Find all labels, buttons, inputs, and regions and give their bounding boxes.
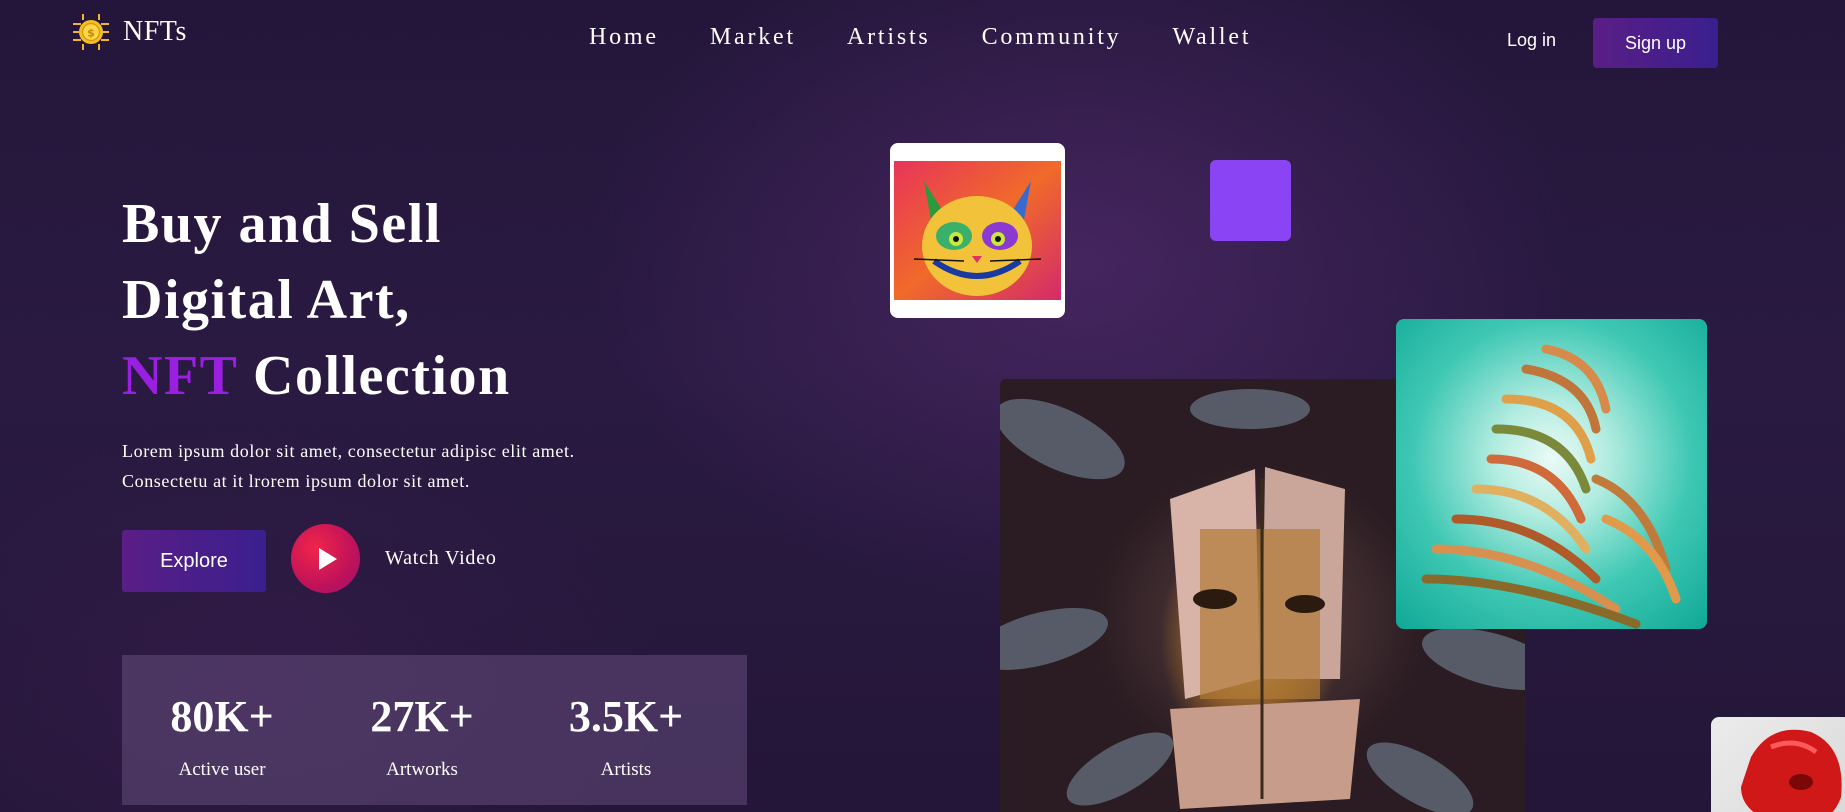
main-nav: Home Market Artists Community Wallet bbox=[589, 24, 1251, 51]
stat-artworks: 27K+ Artworks bbox=[362, 693, 482, 781]
explore-button[interactable]: Explore bbox=[122, 530, 266, 592]
cat-artwork-image bbox=[894, 161, 1061, 300]
stat-value: 27K+ bbox=[370, 692, 474, 741]
brand-name: NFTs bbox=[123, 16, 187, 47]
svg-text:$: $ bbox=[87, 27, 95, 40]
stat-active-users: 80K+ Active user bbox=[162, 693, 282, 781]
coin-chip-icon: $ bbox=[71, 12, 111, 52]
brand[interactable]: $ NFTs bbox=[71, 12, 187, 52]
stat-value: 80K+ bbox=[170, 692, 274, 741]
nav-market[interactable]: Market bbox=[710, 24, 796, 51]
stat-label: Artworks bbox=[386, 759, 458, 780]
stats-panel: 80K+ Active user 27K+ Artworks 3.5K+ Art… bbox=[122, 655, 747, 805]
artwork-cat-card[interactable] bbox=[890, 143, 1065, 318]
hero-description-line1: Lorem ipsum dolor sit amet, consectetur … bbox=[122, 441, 575, 461]
hero-title: Buy and Sell Digital Art, NFT Collection bbox=[122, 186, 511, 414]
signup-button[interactable]: Sign up bbox=[1593, 18, 1718, 68]
stat-label: Active user bbox=[178, 759, 266, 780]
artwork-red-figure-card[interactable] bbox=[1711, 717, 1845, 812]
login-link[interactable]: Log in bbox=[1507, 30, 1556, 51]
hero-description-line2: Consectetu at it lrorem ipsum dolor sit … bbox=[122, 471, 470, 491]
nav-home[interactable]: Home bbox=[589, 24, 659, 51]
stat-value: 3.5K+ bbox=[568, 692, 684, 741]
stat-label: Artists bbox=[600, 759, 652, 780]
red-figure-artwork-image bbox=[1741, 729, 1842, 812]
play-video-button[interactable] bbox=[291, 524, 360, 593]
play-icon bbox=[318, 547, 337, 570]
hero-title-line1: Buy and Sell bbox=[122, 193, 442, 255]
hero-description: Lorem ipsum dolor sit amet, consectetur … bbox=[122, 436, 682, 496]
watch-video-link[interactable]: Watch Video bbox=[385, 547, 497, 570]
decorative-purple-square bbox=[1210, 160, 1291, 241]
abstract-figure-artwork-image bbox=[1421, 344, 1681, 629]
nav-wallet[interactable]: Wallet bbox=[1172, 24, 1251, 51]
hero-title-line2: Digital Art, bbox=[122, 269, 411, 331]
stat-artists: 3.5K+ Artists bbox=[566, 693, 686, 781]
nav-artists[interactable]: Artists bbox=[847, 24, 931, 51]
nav-community[interactable]: Community bbox=[982, 24, 1122, 51]
artwork-abstract-card[interactable] bbox=[1396, 319, 1707, 629]
hero-title-accent: NFT bbox=[122, 345, 238, 407]
hero-title-line3: Collection bbox=[237, 345, 511, 407]
